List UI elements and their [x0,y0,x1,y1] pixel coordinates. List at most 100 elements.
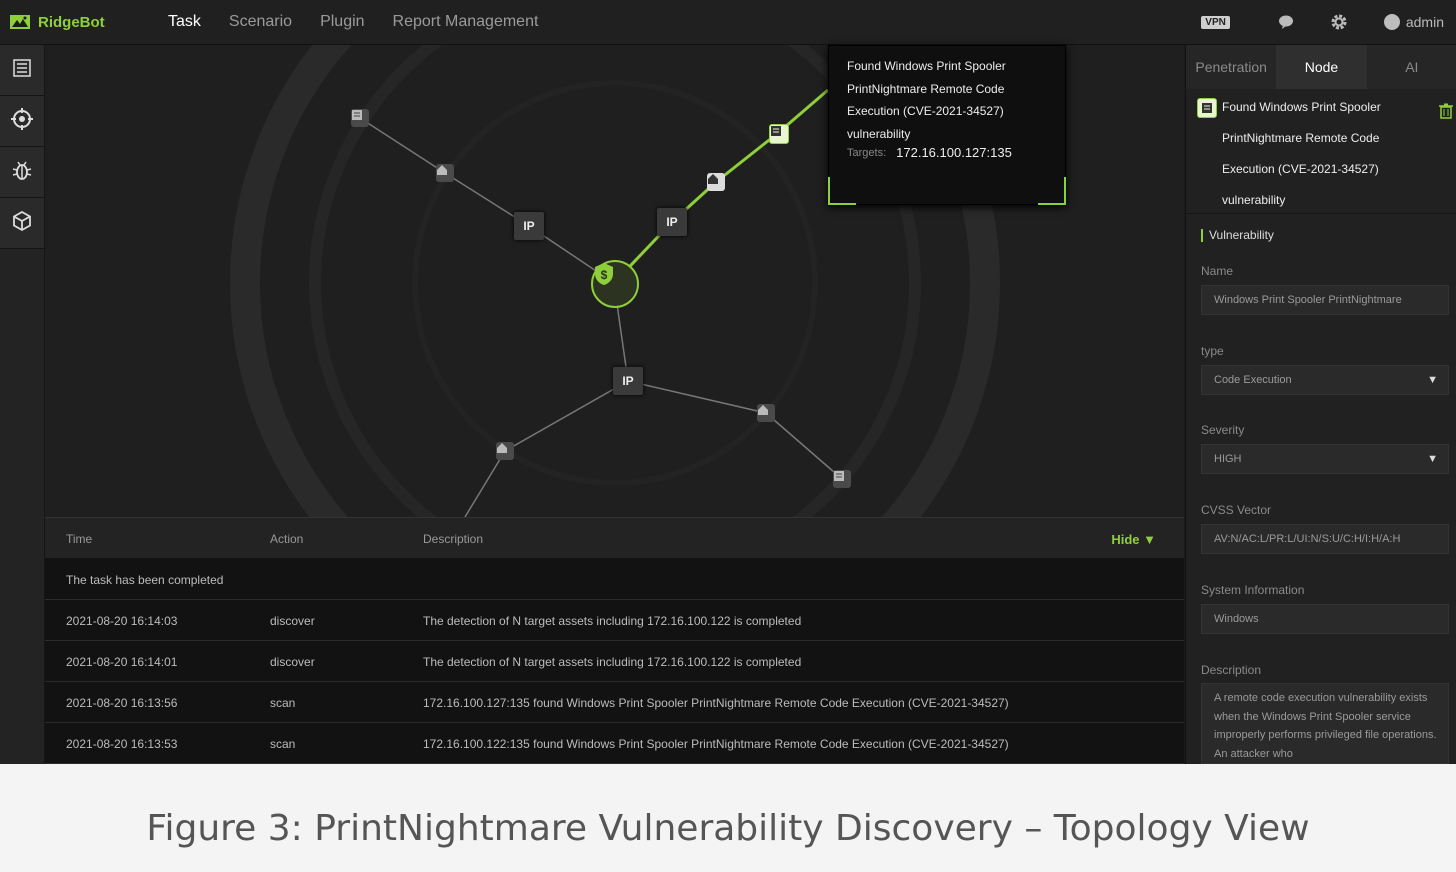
vulnerability-node[interactable] [351,109,369,127]
ip-node[interactable]: IP [613,367,643,395]
figure-caption: Figure 3: PrintNightmare Vulnerability D… [146,808,1310,849]
description-label: Description [1201,663,1262,677]
edge [464,450,506,517]
document-icon [352,110,362,120]
system-information-field[interactable]: Windows [1201,604,1449,634]
log-summary-row: The task has been completed [45,559,1184,600]
name-label: Name [1201,264,1234,278]
chevron-down-icon: ▼ [1427,453,1438,465]
log-time: 2021-08-20 16:13:53 [66,737,178,751]
severity-value: HIGH [1214,453,1242,465]
panel-tabs: Penetration Node AI [1186,45,1456,89]
user-name: admin [1405,14,1444,30]
list-icon [12,58,32,83]
log-time: 2021-08-20 16:13:56 [66,696,178,710]
edge [359,117,446,174]
log-time: 2021-08-20 16:14:03 [66,614,178,628]
service-icon [708,174,718,184]
nav-task[interactable]: Task [168,13,201,31]
table-row[interactable]: 2021-08-20 16:14:01 discover The detecti… [45,641,1184,682]
service-node[interactable] [436,164,454,182]
trash-icon[interactable] [1439,103,1453,124]
name-field[interactable]: Windows Print Spooler PrintNightmare [1201,285,1449,315]
section-title-vulnerability: Vulnerability [1201,229,1274,242]
tooltip-title: Found Windows Print Spooler PrintNightma… [847,59,1006,141]
description-field[interactable]: A remote code execution vulnerability ex… [1201,683,1449,764]
nav-scenario[interactable]: Scenario [229,13,292,31]
log-summary: The task has been completed [66,573,224,587]
hide-log-button[interactable]: Hide ▼ [1111,532,1156,547]
chat-icon[interactable] [1278,14,1294,30]
vulnerability-header: Found Windows Print Spooler PrintNightma… [1186,89,1456,214]
cube-icon [11,210,33,237]
tab-penetration[interactable]: Penetration [1186,45,1276,89]
ridgebot-origin-node[interactable]: $ [591,260,639,308]
bug-icon [11,159,33,186]
avatar [1383,14,1400,30]
left-sidebar [0,45,45,764]
nav-report-management[interactable]: Report Management [393,13,539,31]
user-menu[interactable]: admin [1383,14,1444,30]
figure-caption-area: Figure 3: PrintNightmare Vulnerability D… [0,764,1456,872]
ip-node[interactable]: IP [657,208,687,236]
system-information-label: System Information [1201,583,1305,597]
table-row[interactable]: 2021-08-20 16:13:53 scan 172.16.100.122:… [45,723,1184,764]
ridgebot-logo-icon [10,13,30,31]
document-icon [771,126,781,136]
column-header-time: Time [66,532,93,546]
sidebar-item-assets[interactable] [0,198,44,249]
table-row[interactable]: 2021-08-20 16:13:56 scan 172.16.100.127:… [45,682,1184,723]
log-description: The detection of N target assets includi… [423,655,802,669]
service-icon [758,405,768,415]
service-node[interactable] [757,404,775,422]
node-detail-panel: Penetration Node AI Found Windows Print … [1185,45,1456,764]
logo[interactable]: RidgeBot [10,11,105,33]
ridgebot-app: RidgeBot Task Scenario Plugin Report Man… [0,0,1456,764]
log-action: discover [270,614,315,628]
type-value: Code Execution [1214,374,1292,386]
tab-node[interactable]: Node [1276,45,1367,89]
sidebar-item-list[interactable] [0,45,44,96]
cvss-field[interactable]: AV:N/AC:L/PR:L/UI:N/S:U/C:H/I:H/A:H [1201,524,1449,554]
tooltip-targets: Targets: 172.16.100.127:135 [847,145,1012,160]
cvss-label: CVSS Vector [1201,503,1272,517]
ip-node[interactable]: IP [514,212,544,240]
vulnerability-node[interactable] [833,470,851,488]
tooltip-corner [828,177,856,205]
service-node[interactable] [707,173,725,191]
document-icon [834,471,844,481]
column-header-description: Description [423,532,484,546]
vpn-badge[interactable]: VPN [1201,15,1230,29]
top-bar-actions: VPN admin [1201,0,1444,44]
severity-label: Severity [1201,423,1245,437]
log-description: 172.16.100.127:135 found Windows Print S… [423,696,1009,710]
service-icon [497,443,507,453]
severity-select[interactable]: HIGH ▼ [1201,444,1449,474]
edge [504,380,629,452]
sidebar-item-vulnerabilities[interactable] [0,147,44,198]
tab-ai[interactable]: AI [1367,45,1456,89]
crosshair-icon [10,107,34,136]
tooltip-corner [1038,177,1066,205]
edge [627,380,767,414]
sidebar-item-target[interactable] [0,96,44,147]
main-nav: Task Scenario Plugin Report Management [168,0,566,44]
tooltip-targets-label: Targets: [847,146,887,159]
vulnerability-title: Found Windows Print Spooler PrintNightma… [1222,100,1381,207]
log-action: discover [270,655,315,669]
node-tooltip: Found Windows Print Spooler PrintNightma… [828,45,1066,205]
gear-icon[interactable] [1330,13,1348,31]
service-node[interactable] [496,442,514,460]
app-name: RidgeBot [38,13,105,31]
top-bar: RidgeBot Task Scenario Plugin Report Man… [0,0,1456,45]
log-action: scan [270,737,296,751]
vulnerability-icon [1197,98,1217,118]
vulnerability-node-selected[interactable] [769,124,789,144]
nav-plugin[interactable]: Plugin [320,13,364,31]
table-row[interactable]: 2021-08-20 16:14:03 discover The detecti… [45,600,1184,641]
type-select[interactable]: Code Execution ▼ [1201,365,1449,395]
log-header: Time Action Description Hide ▼ [45,518,1184,559]
edge [765,412,843,480]
log-action: scan [270,696,296,710]
type-label: type [1201,344,1224,358]
